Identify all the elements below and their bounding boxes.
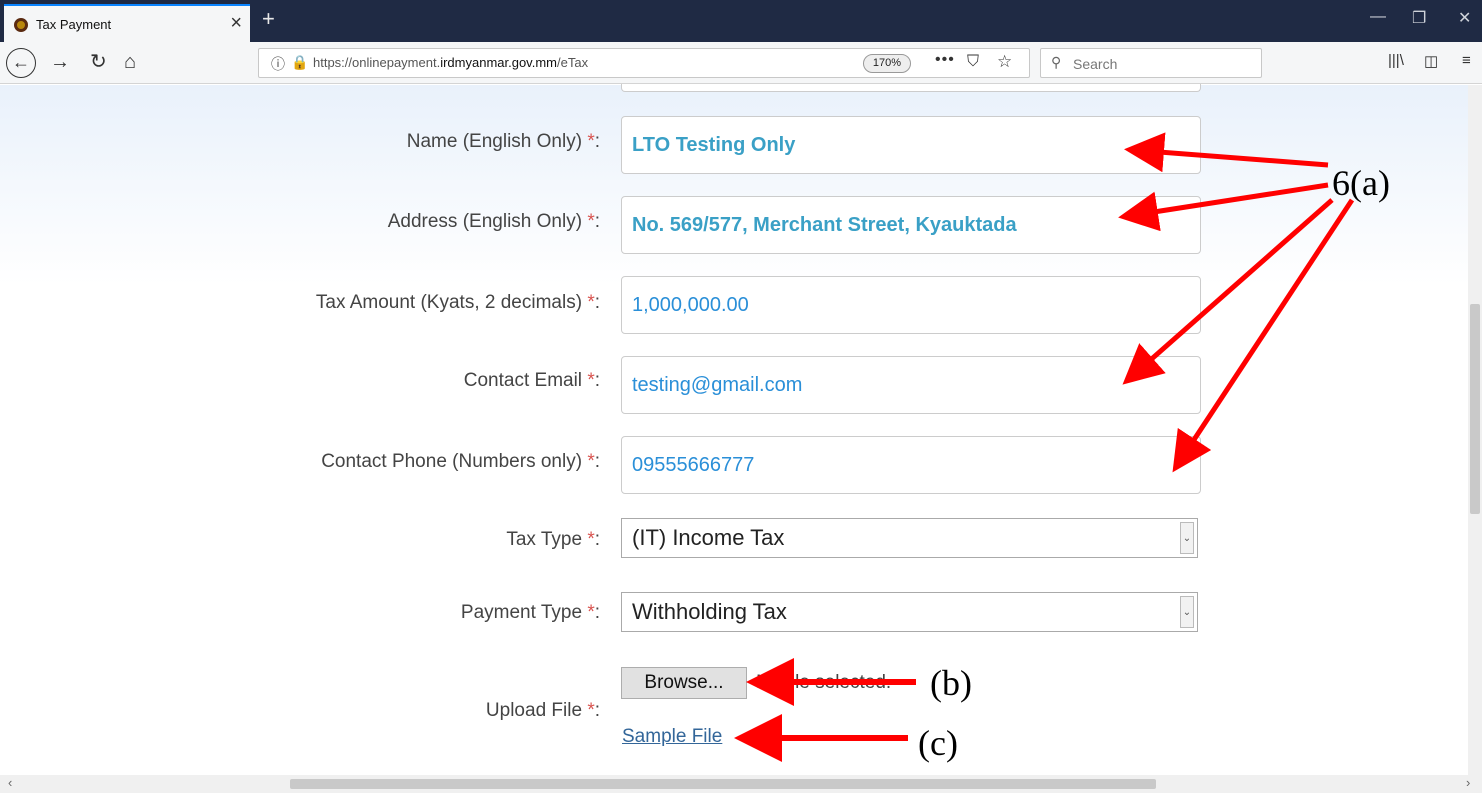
arrow-to-name <box>1124 132 1329 173</box>
browser-window: Tax Payment × + — ❐ ✕ ← → ↻ ⌂ ⓘ 🔒 https:… <box>0 0 1482 793</box>
arrow-to-email <box>1122 198 1334 385</box>
annotation-c: (c) <box>918 723 958 763</box>
annotation-6a: 6(a) <box>1332 163 1390 203</box>
arrow-to-phone <box>1172 198 1355 473</box>
arrow-to-address <box>1118 182 1329 232</box>
annotation-arrows <box>734 132 1355 762</box>
annotation-b: (b) <box>930 663 972 703</box>
